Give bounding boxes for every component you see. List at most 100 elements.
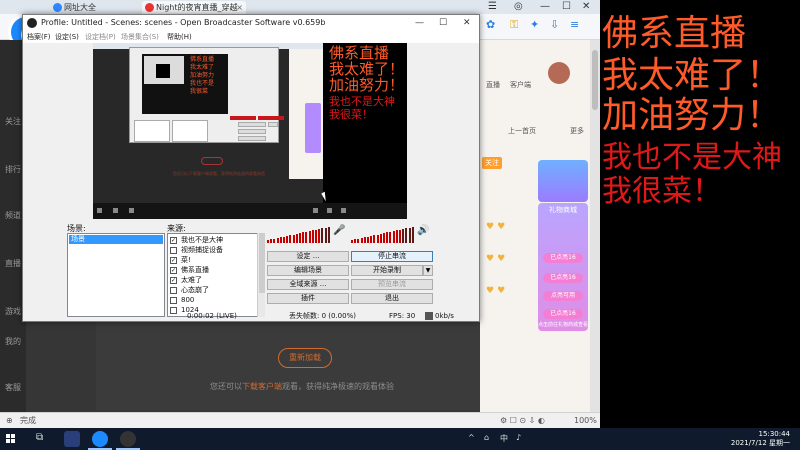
nav-follow[interactable]: 关注 — [2, 116, 24, 127]
maximize-icon[interactable]: ☐ — [439, 15, 447, 31]
key-icon[interactable]: ⚿ — [510, 18, 518, 32]
source-item[interactable]: ✓ 我也不是大神 — [170, 236, 223, 245]
mic-icon[interactable]: 🎤 — [333, 225, 345, 236]
desktop-volume-meter[interactable] — [351, 227, 415, 243]
source-item[interactable]: ✓ 菜! — [170, 256, 191, 265]
menu-scene-collection[interactable]: 场景集合(S) — [121, 31, 159, 43]
download-icon[interactable]: ⇩ — [550, 18, 559, 31]
status-tools-icon[interactable]: ⚙ ☐ ⊙ ⇩ ◐ — [500, 413, 545, 428]
volume-icon[interactable]: ♪ — [516, 433, 521, 442]
promo-banner[interactable] — [538, 160, 588, 202]
download-client-link[interactable]: 下载客户端 — [242, 382, 282, 391]
source-item[interactable]: 视频捕捉设备 — [170, 246, 223, 255]
network-icon[interactable]: ⌂ — [484, 433, 489, 442]
speaker-icon[interactable]: 🔊 — [417, 225, 429, 236]
meter-bar — [367, 236, 369, 243]
browser-tab-2[interactable]: Night的夜宵直播_穿越 × — [142, 1, 246, 14]
windows-start-icon[interactable] — [6, 434, 16, 444]
preview-text-5: 我很菜！ — [329, 108, 373, 121]
skin-icon[interactable]: ◎ — [514, 1, 523, 12]
source-item[interactable]: ✓ 佛系直播 — [170, 266, 209, 275]
nav-service[interactable]: 客服 — [2, 382, 24, 393]
browser-taskbar-icon[interactable] — [92, 431, 108, 447]
nav-game[interactable]: 游戏 — [2, 306, 24, 317]
page-scrollbar[interactable] — [590, 40, 600, 412]
source-checkbox[interactable] — [170, 287, 177, 294]
meter-bar — [351, 240, 353, 243]
stream-preview: 佛系直播 我太难了 加油努力 我也不是 我很菜 您还可以下载客户端观看，获得纯净极速的观… — [93, 43, 407, 219]
panel-label-prev[interactable]: 上一首页 — [508, 126, 536, 136]
browser-menu-icon[interactable]: ☰ — [488, 1, 497, 12]
follow-button[interactable]: 关注 — [482, 157, 502, 169]
source-checkbox[interactable]: ✓ — [170, 277, 177, 284]
meter-bar — [279, 237, 282, 243]
close-icon[interactable]: ✕ — [582, 1, 590, 12]
menu-settings[interactable]: 设定(S) — [55, 31, 79, 43]
source-checkbox[interactable]: ✓ — [170, 237, 177, 244]
extension-icon[interactable]: ✿ — [486, 18, 495, 31]
sources-list[interactable]: ✓ 我也不是大神 视频捕捉设备 ✓ 菜! ✓ 佛系直播 ✓ 太难了 心态崩了 800 1024 — [167, 233, 263, 317]
panel-label-live: 直播 — [486, 81, 500, 89]
clock[interactable]: 15:30:44 2021/7/12 星期一 — [731, 430, 790, 448]
obs-title-bar[interactable]: Profile: Untitled - Scenes: scenes - Ope… — [23, 15, 479, 31]
nav-channel[interactable]: 频道 — [2, 210, 24, 221]
gift-pill[interactable]: 点亮可用 — [543, 291, 583, 301]
global-sources-button[interactable]: 全域来源 ... — [267, 279, 349, 290]
app-icon-1[interactable] — [64, 431, 80, 447]
meter-bar — [360, 237, 363, 243]
meter-bar — [267, 240, 269, 243]
zoom-level[interactable]: 100% — [574, 413, 597, 428]
menu-profile[interactable]: 设定档(P) — [85, 31, 116, 43]
task-view-icon[interactable]: ⧉ — [36, 432, 43, 443]
meter-bar — [354, 239, 357, 243]
scenes-list[interactable]: 场景 — [67, 233, 165, 317]
close-icon[interactable]: ✕ — [463, 15, 471, 31]
close-tab-icon[interactable]: × — [236, 1, 243, 14]
source-checkbox[interactable]: ✓ — [170, 257, 177, 264]
menu-help[interactable]: 帮助(H) — [167, 31, 192, 43]
mic-volume-meter[interactable] — [267, 227, 331, 243]
preview-stream-button[interactable]: 预览串流 — [351, 279, 433, 290]
stream-time: 0:00:02 (LIVE) — [187, 312, 237, 320]
panel-label-more[interactable]: 更多 — [570, 126, 584, 136]
nav-mine[interactable]: 我的 — [2, 336, 24, 347]
bookmark-icon[interactable]: ✦ — [530, 18, 539, 31]
fps: FPS: 30 — [389, 312, 416, 320]
stop-stream-button[interactable]: 停止串流 — [351, 251, 433, 262]
settings-button[interactable]: 设定 ... — [267, 251, 349, 262]
record-dropdown-chevron-icon[interactable]: ▼ — [423, 265, 433, 276]
source-item[interactable]: 心态崩了 — [170, 286, 209, 295]
minimize-icon[interactable]: — — [540, 1, 550, 12]
ime-indicator[interactable]: 中 — [500, 433, 508, 444]
obs-status-bar: 0:00:02 (LIVE) 丢失帧数: 0 (0.00%) FPS: 30 0… — [23, 311, 479, 321]
gift-pill[interactable]: 已点亮16 — [543, 273, 583, 283]
source-item[interactable]: 800 — [170, 296, 194, 305]
meter-bar — [286, 235, 289, 243]
source-checkbox[interactable] — [170, 247, 177, 254]
gift-pill[interactable]: 已点亮16 — [543, 253, 583, 263]
meter-bar — [370, 235, 373, 243]
source-checkbox[interactable] — [170, 297, 177, 304]
exit-button[interactable]: 退出 — [351, 293, 433, 304]
preview-text-4: 我也不是大神 — [329, 95, 395, 108]
nav-live[interactable]: 直播 — [2, 258, 24, 269]
source-checkbox[interactable]: ✓ — [170, 267, 177, 274]
plugins-button[interactable]: 插件 — [267, 293, 349, 304]
tray-expand-icon[interactable]: ^ — [468, 433, 475, 442]
edit-scene-button[interactable]: 编辑场景 — [267, 265, 349, 276]
avatar[interactable] — [548, 62, 570, 84]
nav-rank[interactable]: 排行 — [2, 164, 24, 175]
source-item[interactable]: ✓ 太难了 — [170, 276, 202, 285]
gift-pill[interactable]: 已点亮16 — [543, 309, 583, 319]
sources-scrollbar[interactable] — [257, 233, 265, 317]
scene-item[interactable]: 场景 — [69, 235, 163, 244]
start-record-button[interactable]: 开始录制 — [351, 265, 423, 276]
maximize-icon[interactable]: ☐ — [562, 1, 571, 12]
menu-file[interactable]: 档案(F) — [27, 31, 51, 43]
browser-tab-1[interactable]: 网址大全 — [50, 1, 140, 14]
menu-more-icon[interactable]: ≡ — [570, 18, 579, 31]
gift-panel[interactable]: 礼物商城 已点亮16 已点亮16 点亮可用 已点亮16 点击前往礼物商城查看 — [538, 203, 588, 331]
minimize-icon[interactable]: — — [415, 15, 424, 31]
reload-button[interactable]: 重新加载 — [278, 348, 332, 368]
obs-taskbar-icon[interactable] — [120, 431, 136, 447]
